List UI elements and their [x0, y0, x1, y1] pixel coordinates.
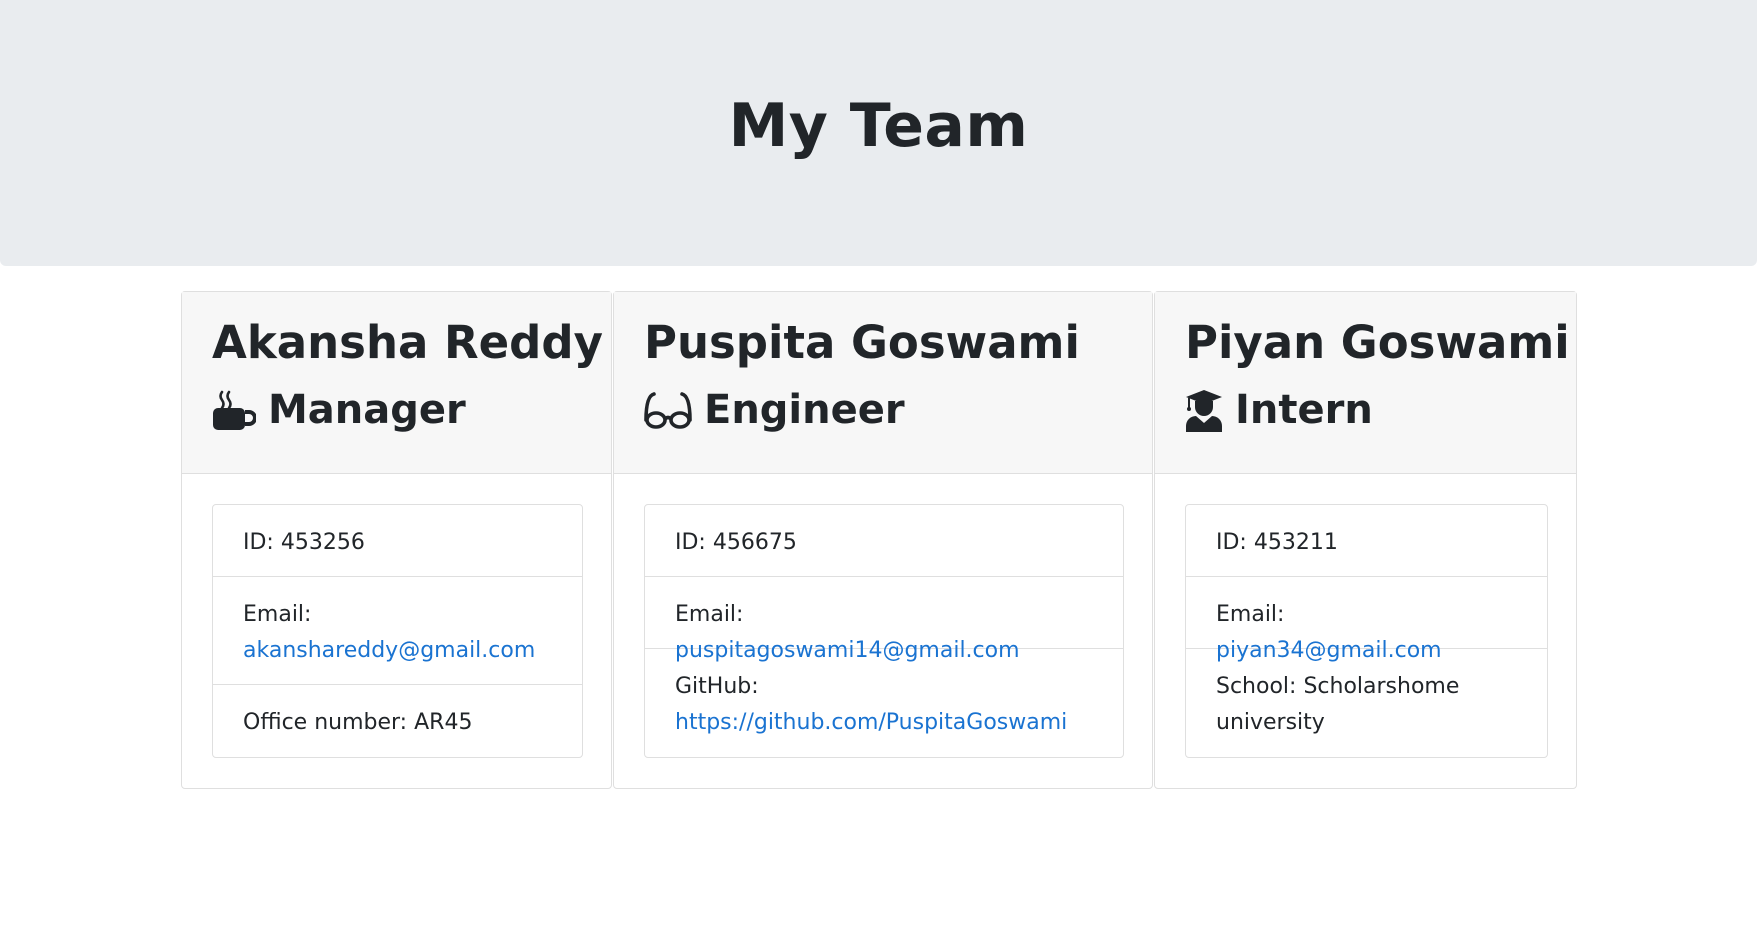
employee-card-intern: Piyan Goswami Intern ID: 453211 Email: p…: [1154, 291, 1577, 789]
email-item: Email: akanshareddy@gmail.com: [213, 577, 582, 685]
glasses-icon: [644, 388, 692, 432]
email-link[interactable]: akanshareddy@gmail.com: [243, 638, 535, 663]
role-label: Engineer: [704, 387, 905, 433]
id-label: ID:: [1216, 530, 1247, 555]
email-label: Email:: [243, 602, 312, 627]
id-item: ID: 456675: [645, 505, 1123, 577]
card-body: ID: 453256 Email: akanshareddy@gmail.com…: [182, 474, 611, 788]
email-label: Email:: [675, 602, 744, 627]
coffee-icon: [212, 388, 256, 432]
employee-name: Akansha Reddy: [212, 316, 603, 369]
card-body: ID: 453211 Email: piyan34@gmail.com Scho…: [1155, 474, 1576, 788]
team-cards-row: Akansha Reddy Manager ID: 453256 Email: …: [181, 291, 1578, 789]
id-value: 453256: [280, 530, 365, 555]
office-number-label: Office number:: [243, 710, 408, 735]
employee-card-manager: Akansha Reddy Manager ID: 453256 Email: …: [181, 291, 612, 789]
employee-name: Piyan Goswami: [1185, 316, 1570, 369]
info-list: ID: 453211 Email: piyan34@gmail.com Scho…: [1185, 504, 1548, 758]
id-item: ID: 453256: [213, 505, 582, 577]
graduate-icon: [1185, 388, 1223, 432]
header-banner: My Team: [0, 0, 1757, 266]
office-number-value: AR45: [414, 710, 473, 735]
card-header: Piyan Goswami Intern: [1155, 292, 1576, 474]
email-label: Email:: [1216, 602, 1285, 627]
card-header: Akansha Reddy Manager: [182, 292, 611, 474]
github-link[interactable]: https://github.com/PuspitaGoswami: [675, 710, 1067, 735]
id-label: ID:: [675, 530, 706, 555]
id-label: ID:: [243, 530, 274, 555]
employee-card-engineer: Puspita Goswami Engineer ID: 456675 Emai…: [613, 291, 1153, 789]
email-link[interactable]: piyan34@gmail.com: [1216, 638, 1442, 663]
info-list: ID: 453256 Email: akanshareddy@gmail.com…: [212, 504, 583, 758]
card-body: ID: 456675 Email: puspitagoswami14@gmail…: [614, 474, 1152, 788]
email-item: Email: piyan34@gmail.com: [1186, 577, 1547, 663]
page-title: My Team: [728, 91, 1029, 161]
employee-role: Intern: [1185, 382, 1546, 438]
employee-name: Puspita Goswami: [644, 316, 1080, 369]
role-label: Intern: [1235, 387, 1373, 433]
email-link[interactable]: puspitagoswami14@gmail.com: [675, 638, 1020, 663]
id-value: 453211: [1253, 530, 1338, 555]
employee-role: Manager: [212, 382, 581, 438]
id-value: 456675: [712, 530, 797, 555]
github-label: GitHub:: [675, 674, 759, 699]
school-label: School:: [1216, 674, 1297, 699]
email-item: Email: puspitagoswami14@gmail.com: [645, 577, 1123, 663]
employee-role: Engineer: [644, 382, 1122, 438]
office-number-item: Office number: AR45: [213, 685, 582, 757]
role-label: Manager: [268, 387, 466, 433]
card-header: Puspita Goswami Engineer: [614, 292, 1152, 474]
info-list: ID: 456675 Email: puspitagoswami14@gmail…: [644, 504, 1124, 758]
id-item: ID: 453211: [1186, 505, 1547, 577]
